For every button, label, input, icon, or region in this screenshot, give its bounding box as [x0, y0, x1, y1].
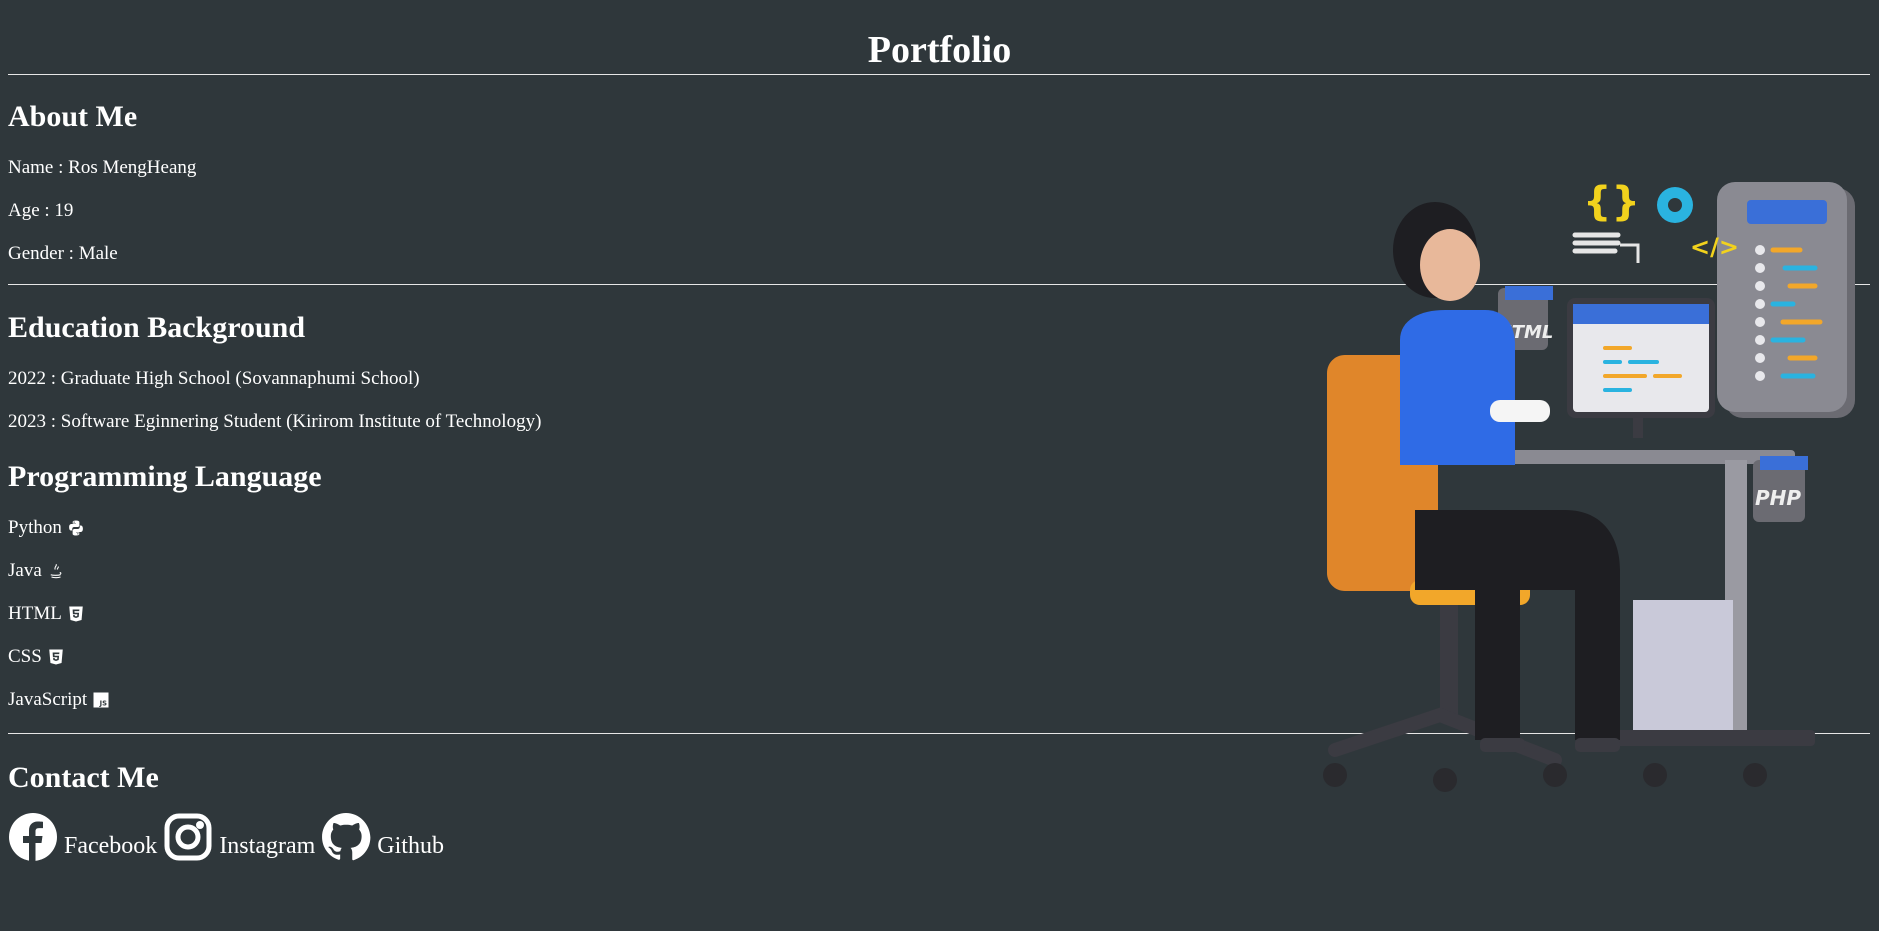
- contact-links: Facebook Instagram Github: [8, 812, 1871, 862]
- php-badge-graphic: PHP: [1753, 456, 1808, 522]
- gear-icon: [1657, 187, 1693, 223]
- language-label: HTML: [8, 603, 62, 624]
- monitor-graphic: [1567, 298, 1715, 438]
- language-label: Python: [8, 517, 62, 538]
- facebook-label: Facebook: [64, 832, 158, 859]
- java-icon: [47, 562, 65, 580]
- instagram-link[interactable]: Instagram: [163, 812, 315, 862]
- page-title: Portfolio: [867, 29, 1012, 71]
- svg-text:JS: JS: [99, 700, 108, 708]
- python-icon: [67, 519, 85, 537]
- divider: [8, 74, 1870, 75]
- instagram-icon: [164, 813, 212, 861]
- html5-icon: [67, 605, 85, 623]
- facebook-icon: [9, 813, 57, 861]
- facebook-link[interactable]: Facebook: [8, 812, 157, 862]
- github-icon: [322, 813, 371, 861]
- javascript-icon: JS: [92, 691, 110, 709]
- svg-text:PHP: PHP: [1755, 486, 1801, 510]
- about-heading: About Me: [8, 100, 138, 133]
- github-label: Github: [377, 832, 444, 859]
- language-label: CSS: [8, 646, 42, 667]
- developer-illustration: {} </> HTML PHP: [1315, 170, 1870, 795]
- instagram-label: Instagram: [219, 832, 316, 859]
- code-tag-icon: </>: [1690, 233, 1739, 261]
- css3-icon: [47, 648, 65, 666]
- github-link[interactable]: Github: [321, 812, 444, 862]
- language-label: Java: [8, 560, 42, 581]
- code-panel-graphic: [1717, 182, 1855, 418]
- language-label: JavaScript: [8, 689, 88, 710]
- braces-icon: {}: [1583, 179, 1640, 225]
